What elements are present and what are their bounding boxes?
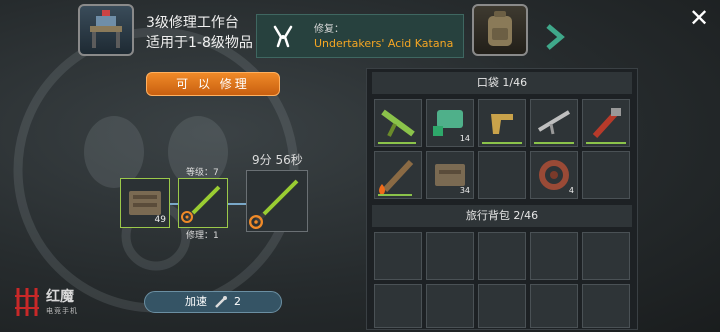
assault-rifle-icon (537, 110, 571, 135)
durability-bar (378, 142, 416, 144)
inventory-slot[interactable]: 4 (530, 151, 578, 199)
workbench-subtitle: 适用于1-8级物品 (146, 35, 253, 51)
green-rifle-icon (381, 109, 415, 137)
repair-count-label: 修理：1 (186, 231, 219, 241)
chevron-right-icon[interactable] (545, 24, 565, 50)
toolbox-slot[interactable]: 49 (120, 178, 170, 228)
inventory-slot[interactable] (582, 284, 630, 328)
inventory-slot[interactable] (530, 232, 578, 280)
item-level-label: 等级：7 (186, 168, 219, 178)
inventory-slot[interactable] (582, 232, 630, 280)
item-count: 4 (568, 186, 574, 195)
toolbox-count: 49 (154, 215, 166, 225)
backpack-icon[interactable] (472, 4, 528, 56)
inventory-slot[interactable] (582, 99, 630, 147)
result-slot (246, 170, 308, 232)
connector-line (170, 203, 178, 205)
inventory-slot[interactable] (374, 232, 422, 280)
inventory-slot[interactable] (426, 284, 474, 328)
connector-line (228, 203, 246, 205)
backpack-header: 旅行背包 2/46 (372, 205, 632, 227)
inventory-slot[interactable] (530, 284, 578, 328)
workbench-icon[interactable] (78, 4, 134, 56)
item-count: 14 (459, 134, 470, 143)
durability-bar (482, 142, 522, 144)
inventory-slot[interactable] (374, 99, 422, 147)
speed-up-label: 加速 (185, 295, 207, 308)
durability-bar (534, 142, 574, 144)
wrench-icon (214, 296, 227, 308)
inventory-slot[interactable] (530, 99, 578, 147)
durability-bar (378, 194, 412, 196)
workbench-title: 3级修理工作台 (146, 15, 239, 31)
inventory-slot[interactable]: 34 (426, 151, 474, 199)
inventory-slot[interactable] (478, 99, 526, 147)
inventory-slot[interactable]: 14 (426, 99, 474, 147)
inventory-slot[interactable] (478, 284, 526, 328)
brand-logo-text: 红魔 (46, 289, 74, 305)
red-magic-logo-icon (15, 288, 39, 316)
repair-item-name: Undertakers' Acid Katana (314, 37, 454, 50)
speed-up-cost: 2 (234, 295, 241, 308)
repair-label: 修复： (314, 24, 344, 35)
inventory-slot[interactable] (478, 232, 526, 280)
close-button[interactable]: ✕ (686, 6, 712, 32)
repair-button[interactable]: 可 以 修理 (146, 72, 280, 96)
inventory-slot[interactable] (582, 151, 630, 199)
wrench-pliers-icon (273, 25, 293, 48)
brand-logo-subtitle: 电竞手机 (46, 307, 78, 315)
durability-bar (586, 142, 626, 144)
inventory-slot[interactable] (374, 151, 422, 199)
repair-timer: 9分 56秒 (252, 153, 303, 167)
pocket-header: 口袋 1/46 (372, 72, 632, 94)
pipe-wrench-icon (592, 108, 621, 139)
inventory-slot[interactable] (374, 284, 422, 328)
item-count: 34 (459, 186, 470, 195)
golden-pistol-icon (491, 114, 513, 134)
speed-up-button[interactable]: 加速 2 (144, 291, 282, 313)
biohazard-icon (181, 211, 193, 223)
biohazard-icon (249, 215, 263, 229)
katana-slot[interactable] (178, 178, 228, 228)
inventory-slot[interactable] (478, 151, 526, 199)
inventory-slot[interactable] (426, 232, 474, 280)
